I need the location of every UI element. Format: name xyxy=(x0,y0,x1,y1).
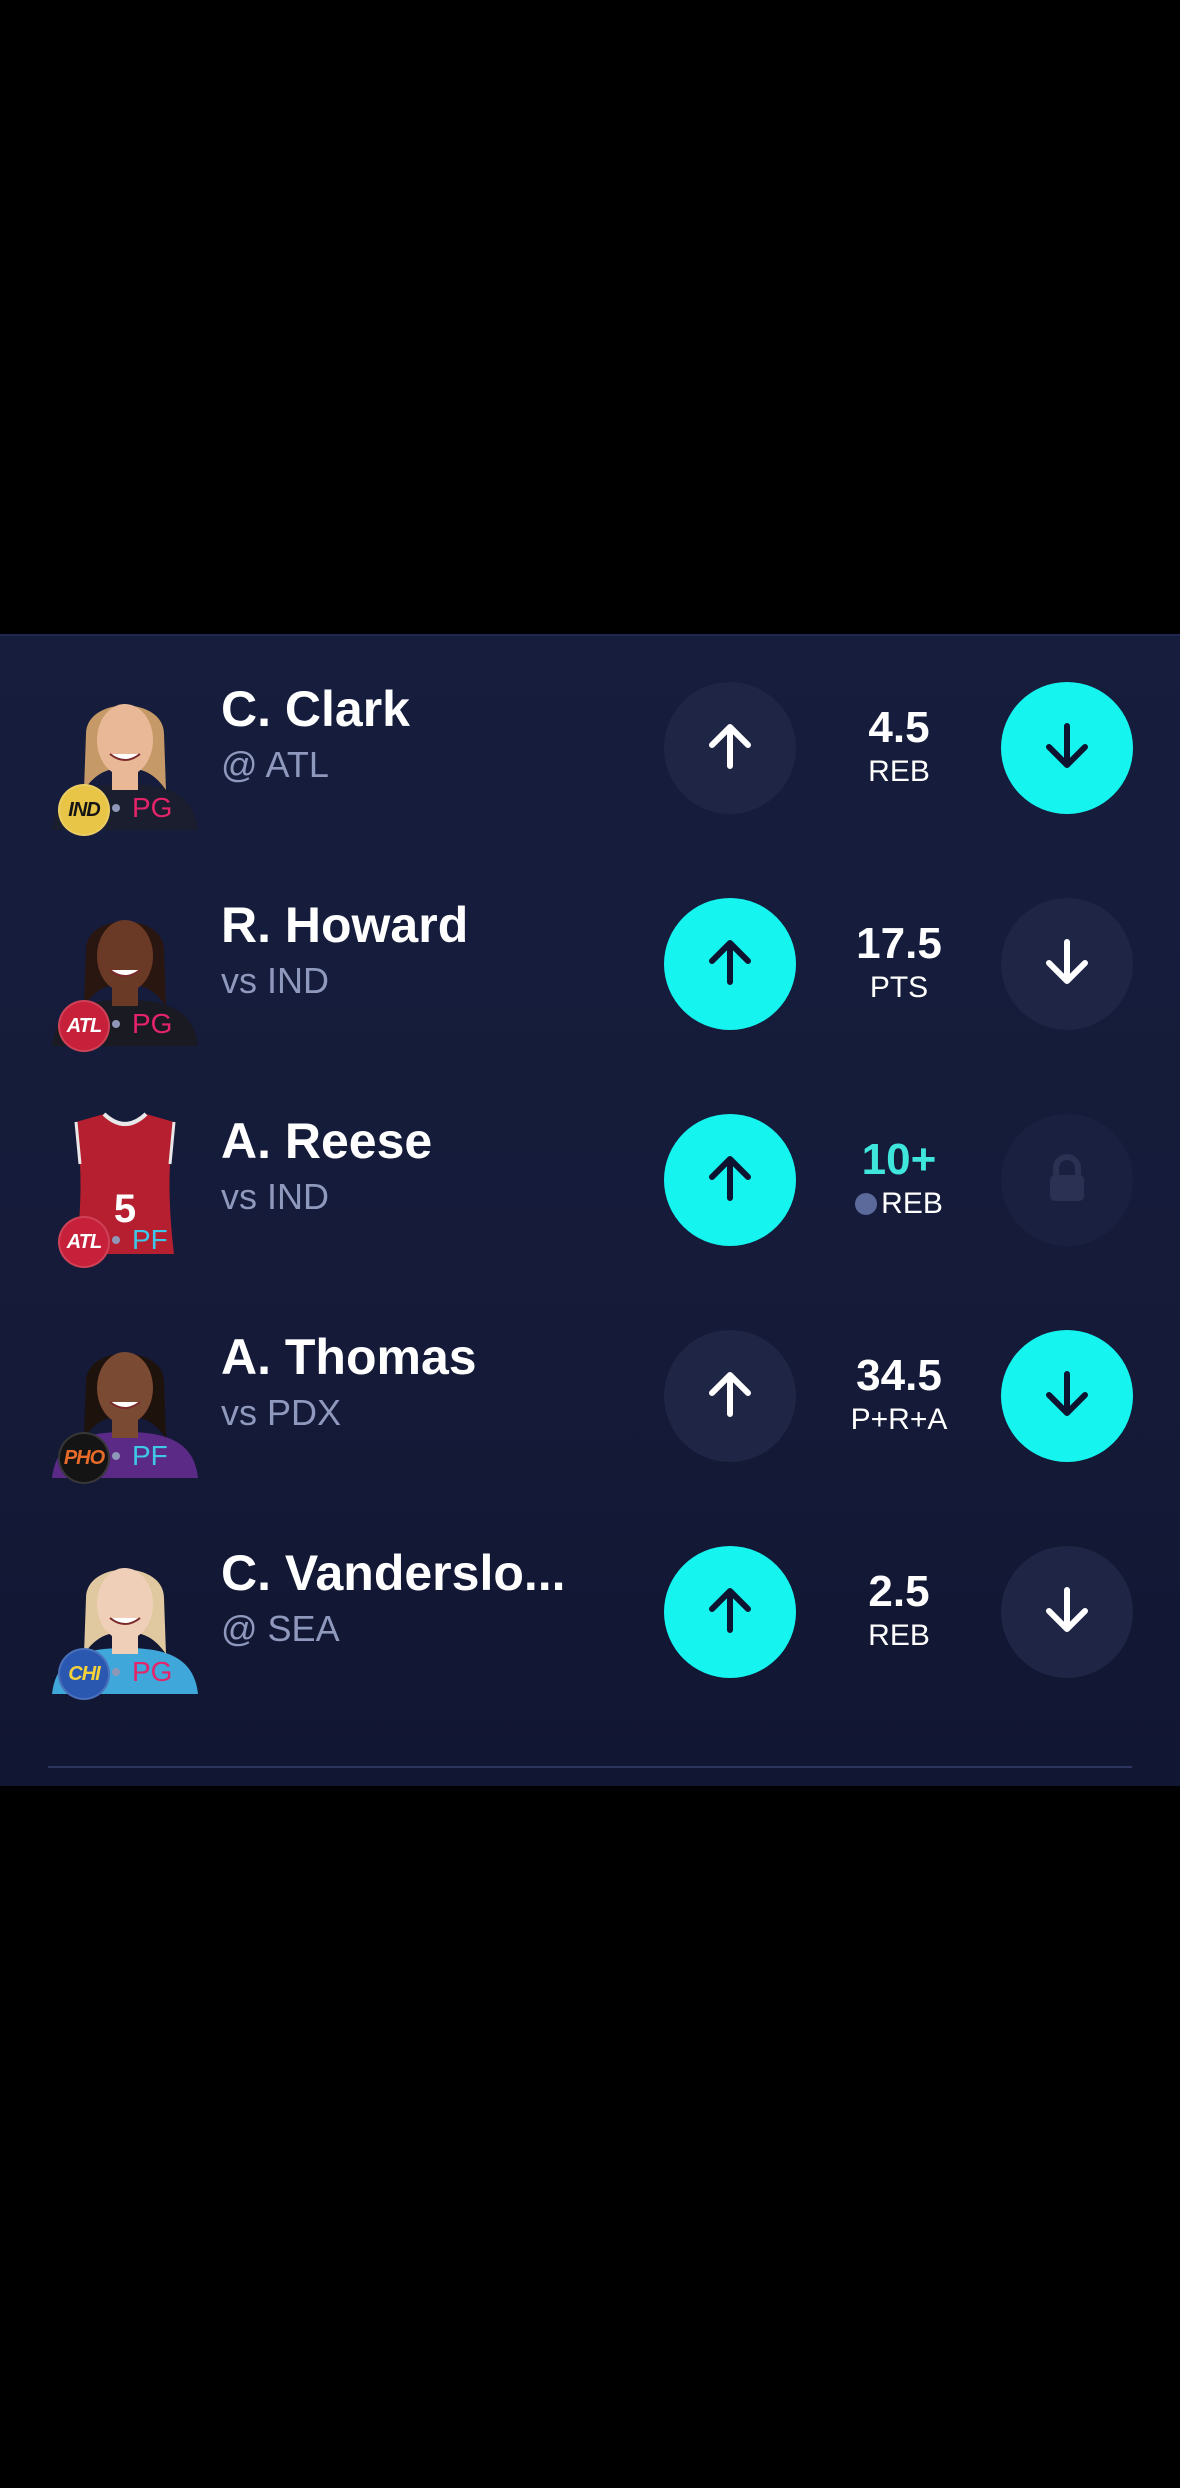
opponent-label: @ SEA xyxy=(221,1608,340,1649)
stat-type: REB xyxy=(800,1186,998,1222)
team-badge: IND xyxy=(58,784,110,836)
arrow-down-icon xyxy=(1035,930,1099,999)
player-name: R. Howard xyxy=(221,897,469,953)
player-row: CHI PG C. Vanderslo... @ SEA 2.5 REB xyxy=(0,1500,1180,1716)
player-row: ATL PG R. Howard vs IND 17.5 PTS xyxy=(0,852,1180,1068)
line-value: 2.5 xyxy=(868,1567,930,1616)
stat-line: 34.5 P+R+A xyxy=(800,1350,998,1438)
team-badge: PHO xyxy=(58,1432,110,1484)
player-picks-panel: IND PG C. Clark @ ATL 4.5 REB ATL PG R. Howard vs… xyxy=(0,634,1180,1786)
player-name: C. Clark xyxy=(221,681,410,737)
team-badge: CHI xyxy=(58,1648,110,1700)
opponent-label: vs IND xyxy=(221,1176,329,1217)
arrow-down-icon xyxy=(1035,714,1099,783)
position-label: PF xyxy=(112,1440,168,1472)
position-label: PF xyxy=(112,1224,168,1256)
arrow-up-icon xyxy=(698,714,762,783)
more-button[interactable] xyxy=(664,1114,796,1246)
player-name: A. Reese xyxy=(221,1113,433,1169)
line-value: 10+ xyxy=(861,1135,937,1184)
line-value: 17.5 xyxy=(856,919,942,968)
arrow-down-icon xyxy=(1035,1362,1099,1431)
less-button[interactable] xyxy=(1001,1546,1133,1678)
line-value: 34.5 xyxy=(856,1351,942,1400)
player-row: PHO PF A. Thomas vs PDX 34.5 P+R+A xyxy=(0,1284,1180,1500)
opponent-label: @ ATL xyxy=(221,744,329,785)
arrow-up-icon xyxy=(698,1146,762,1215)
player-name: A. Thomas xyxy=(221,1329,477,1385)
player-name: C. Vanderslo... xyxy=(221,1545,566,1601)
less-button[interactable] xyxy=(1001,898,1133,1030)
position-label: PG xyxy=(112,1008,172,1040)
line-value: 4.5 xyxy=(868,703,930,752)
player-row: IND PG C. Clark @ ATL 4.5 REB xyxy=(0,636,1180,852)
stat-type: REB xyxy=(868,755,930,788)
team-badge: ATL xyxy=(58,1216,110,1268)
divider xyxy=(48,1766,1132,1768)
arrow-up-icon xyxy=(698,1578,762,1647)
less-button-locked xyxy=(1001,1114,1133,1246)
player-row: 5 ATL PF A. Reese vs IND 10+ REB xyxy=(0,1068,1180,1284)
stat-line: 2.5 REB xyxy=(800,1566,998,1654)
stat-type: REB xyxy=(868,1619,930,1652)
lock-icon xyxy=(1035,1146,1099,1215)
stat-line: 17.5 PTS xyxy=(800,918,998,1006)
more-button[interactable] xyxy=(664,682,796,814)
arrow-up-icon xyxy=(698,1362,762,1431)
opponent-label: vs PDX xyxy=(221,1392,342,1433)
stat-line: 4.5 REB xyxy=(800,702,998,790)
stat-type: PTS xyxy=(869,971,929,1004)
less-button[interactable] xyxy=(1001,682,1133,814)
stat-type: P+R+A xyxy=(850,1403,948,1436)
more-button[interactable] xyxy=(664,1546,796,1678)
more-button[interactable] xyxy=(664,898,796,1030)
more-button[interactable] xyxy=(664,1330,796,1462)
position-label: PG xyxy=(112,1656,172,1688)
team-badge: ATL xyxy=(58,1000,110,1052)
arrow-down-icon xyxy=(1035,1578,1099,1647)
arrow-up-icon xyxy=(698,930,762,999)
stat-line: 10+ REB xyxy=(800,1134,998,1222)
less-button[interactable] xyxy=(1001,1330,1133,1462)
boost-icon xyxy=(855,1193,878,1215)
position-label: PG xyxy=(112,792,172,824)
opponent-label: vs IND xyxy=(221,960,329,1001)
